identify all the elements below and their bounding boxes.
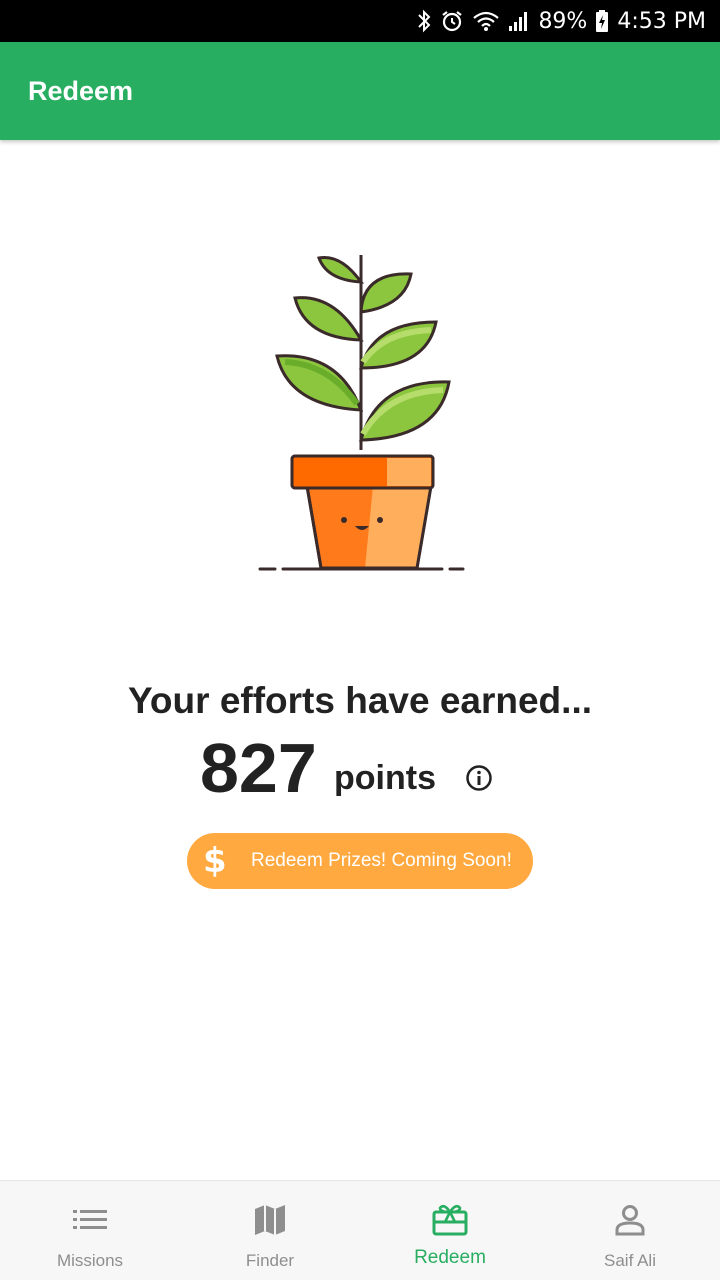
nav-item-finder[interactable]: Finder	[180, 1181, 360, 1280]
signal-icon	[508, 10, 530, 32]
nav-label-redeem: Redeem	[414, 1247, 486, 1268]
bluetooth-icon	[416, 9, 432, 33]
earned-heading: Your efforts have earned...	[128, 680, 592, 721]
map-icon	[252, 1203, 288, 1237]
gift-card-icon	[432, 1203, 468, 1237]
redeem-prizes-button[interactable]: $ Redeem Prizes! Coming Soon!	[187, 833, 533, 889]
list-icon	[72, 1203, 108, 1237]
potted-plant-illustration	[258, 255, 465, 571]
bottom-navigation: Missions Finder Redeem Saif Ali	[0, 1180, 720, 1280]
battery-percentage: 89%	[538, 8, 588, 34]
nav-label-profile: Saif Ali	[604, 1251, 656, 1270]
redeem-prizes-label: Redeem Prizes! Coming Soon!	[251, 850, 512, 871]
alarm-icon	[440, 9, 464, 33]
battery-charging-icon	[595, 9, 609, 33]
page-title: Redeem	[28, 75, 134, 106]
nav-item-missions[interactable]: Missions	[0, 1181, 180, 1280]
app-bar: Redeem	[0, 42, 720, 140]
info-icon[interactable]	[465, 764, 493, 792]
nav-item-redeem[interactable]: Redeem	[360, 1181, 540, 1280]
nav-label-missions: Missions	[56, 1251, 124, 1270]
points-unit-label: points	[334, 759, 436, 797]
clock-time: 4:53 PM	[617, 8, 706, 34]
dollar-icon: $	[203, 841, 227, 881]
nav-label-finder: Finder	[245, 1251, 295, 1270]
points-value: 827	[200, 729, 317, 807]
redeem-content: Your efforts have earned... 827 points $…	[0, 140, 720, 1180]
wifi-icon	[472, 9, 500, 33]
points-summary: 827 points	[0, 728, 720, 808]
person-icon	[612, 1203, 648, 1237]
status-bar: 89% 4:53 PM	[0, 0, 720, 42]
nav-item-profile[interactable]: Saif Ali	[540, 1181, 720, 1280]
